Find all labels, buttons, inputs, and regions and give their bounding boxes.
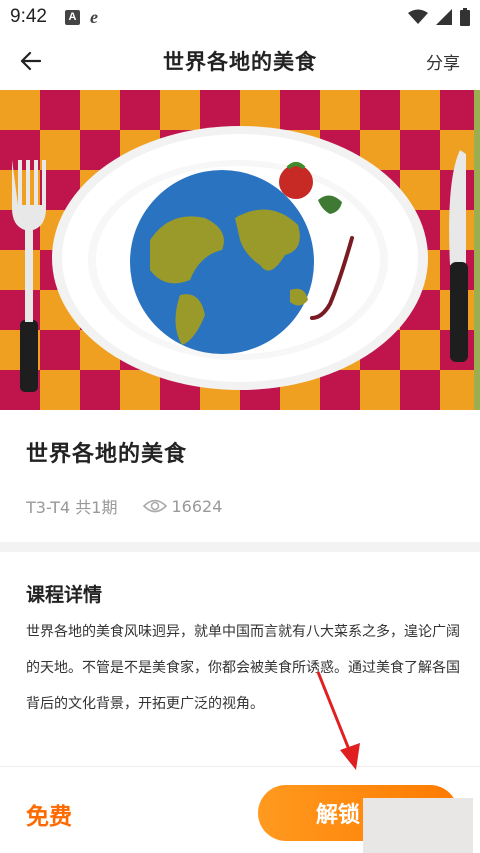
eye-icon (143, 498, 168, 514)
watermark-patch (363, 798, 473, 853)
bottom-action-bar: 免费 解锁 (0, 766, 480, 853)
detail-heading: 课程详情 (26, 584, 103, 606)
section-divider (0, 542, 480, 552)
signal-icon (436, 9, 452, 25)
course-cover-image (0, 90, 480, 410)
status-indicators (408, 8, 470, 26)
page-title: 世界各地的美食 (163, 50, 317, 74)
share-button[interactable]: 分享 (426, 49, 460, 74)
detail-description: 世界各地的美食风味迥异，就单中国而言就有八大菜系之多，遑论广阔的天地。不管是不是… (26, 624, 460, 712)
course-grade-period: T3-T4 共1期 (26, 498, 118, 517)
wifi-icon (408, 9, 428, 24)
battery-icon (460, 8, 470, 26)
course-title: 世界各地的美食 (26, 442, 188, 467)
browser-e-icon: e (89, 6, 98, 27)
notification-a-icon: A (64, 9, 80, 25)
price-free-label: 免费 (26, 804, 72, 830)
top-bar: 世界各地的美食 分享 (0, 34, 480, 88)
unlock-button-label: 解锁 (315, 803, 360, 828)
status-time: 9:42 (10, 6, 47, 27)
view-count: 16624 (171, 496, 223, 516)
course-meta: T3-T4 共1期 16624 (26, 494, 222, 518)
status-bar: 9:42 A e (0, 0, 480, 34)
cover-illustration (0, 90, 480, 410)
